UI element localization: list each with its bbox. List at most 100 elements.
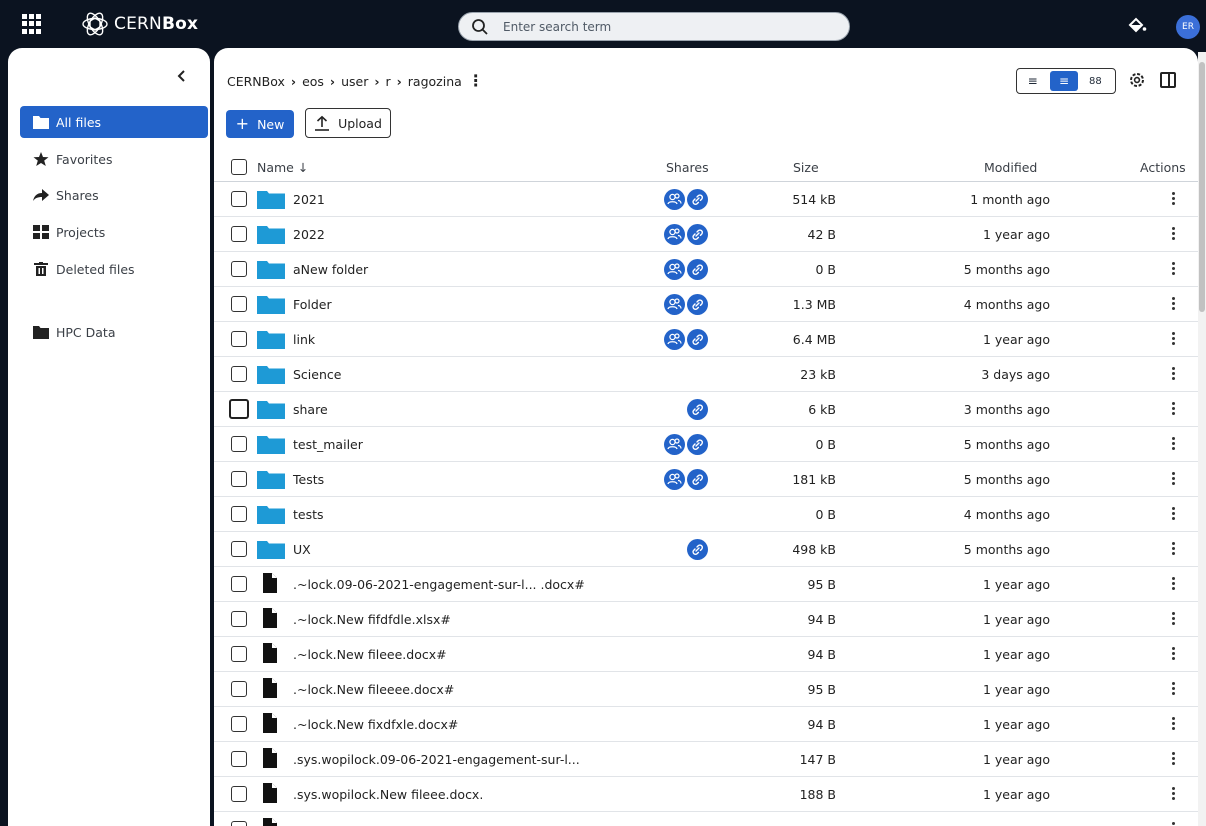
row-checkbox[interactable] — [231, 191, 247, 207]
table-row[interactable]: share 6 kB 3 months ago — [214, 392, 1198, 427]
file-name[interactable]: link — [293, 332, 315, 347]
breadcrumb-item[interactable]: CERNBox — [227, 74, 285, 89]
row-actions-icon[interactable] — [1166, 820, 1180, 826]
row-checkbox[interactable] — [231, 436, 247, 452]
public-link-icon[interactable] — [687, 399, 708, 420]
table-row[interactable]: .~lock.09-06-2021-engagement-sur-l... .d… — [214, 567, 1198, 602]
file-name[interactable]: .~lock.New fixdfxle.docx# — [293, 717, 458, 732]
table-row[interactable]: .~lock.New fixdfxle.docx# 94 B 1 year ago — [214, 707, 1198, 742]
breadcrumb-item[interactable]: eos — [302, 74, 324, 89]
row-actions-icon[interactable] — [1166, 785, 1180, 803]
row-checkbox[interactable] — [231, 471, 247, 487]
file-name[interactable]: aNew folder — [293, 262, 368, 277]
row-checkbox[interactable] — [231, 681, 247, 697]
row-checkbox[interactable] — [231, 261, 247, 277]
table-row[interactable]: .~lock.New fileeee.docx# 95 B 1 year ago — [214, 672, 1198, 707]
public-link-icon[interactable] — [687, 189, 708, 210]
file-name[interactable]: .~lock.New fileeee.docx# — [293, 682, 454, 697]
row-checkbox[interactable] — [231, 506, 247, 522]
row-actions-icon[interactable] — [1166, 365, 1180, 383]
row-actions-icon[interactable] — [1166, 470, 1180, 488]
row-actions-icon[interactable] — [1166, 505, 1180, 523]
row-actions-icon[interactable] — [1166, 540, 1180, 558]
new-button[interactable]: + New — [226, 110, 294, 138]
search-box[interactable] — [458, 12, 850, 41]
column-header-shares[interactable]: Shares — [666, 160, 709, 175]
row-checkbox[interactable] — [231, 786, 247, 802]
column-header-name[interactable]: Name ↓ — [257, 160, 308, 175]
table-row[interactable]: Tests 181 kB 5 months ago — [214, 462, 1198, 497]
tiles-view-button[interactable]: 88 — [1082, 71, 1109, 91]
sidebar-panel-toggle-icon[interactable] — [1160, 72, 1176, 88]
select-all-checkbox[interactable] — [231, 159, 247, 175]
table-row[interactable]: 2021 514 kB 1 month ago — [214, 182, 1198, 217]
shared-with-people-icon[interactable] — [664, 294, 685, 315]
row-actions-icon[interactable] — [1166, 680, 1180, 698]
sidebar-item-all-files[interactable]: All files — [20, 106, 208, 138]
table-row[interactable]: aNew folder 0 B 5 months ago — [214, 252, 1198, 287]
file-name[interactable]: share — [293, 402, 328, 417]
breadcrumb-more-icon[interactable]: ⋮ — [468, 73, 484, 89]
gear-icon[interactable] — [1128, 71, 1146, 89]
scrollbar[interactable] — [1198, 52, 1206, 826]
shared-with-people-icon[interactable] — [664, 469, 685, 490]
table-row[interactable] — [214, 812, 1198, 826]
file-name[interactable]: .~lock.09-06-2021-engagement-sur-l... .d… — [293, 577, 585, 592]
row-actions-icon[interactable] — [1166, 260, 1180, 278]
table-row[interactable]: .~lock.New fifdfdle.xlsx# 94 B 1 year ago — [214, 602, 1198, 637]
paint-bucket-icon[interactable] — [1126, 14, 1148, 36]
table-row[interactable]: .sys.wopilock.New fileee.docx. 188 B 1 yea… — [214, 777, 1198, 812]
row-checkbox[interactable] — [231, 331, 247, 347]
list-view-button[interactable]: ≡ — [1050, 71, 1078, 91]
file-name[interactable]: .~lock.New fifdfdle.xlsx# — [293, 612, 451, 627]
table-row[interactable]: link 6.4 MB 1 year ago — [214, 322, 1198, 357]
row-checkbox[interactable] — [231, 541, 247, 557]
app-switcher-icon[interactable] — [22, 14, 42, 34]
file-name[interactable]: 2022 — [293, 227, 325, 242]
column-header-size[interactable]: Size — [793, 160, 819, 175]
row-checkbox[interactable] — [231, 646, 247, 662]
row-actions-icon[interactable] — [1166, 295, 1180, 313]
file-name[interactable]: test_mailer — [293, 437, 363, 452]
shared-with-people-icon[interactable] — [664, 224, 685, 245]
sidebar-item-shares[interactable]: Shares — [20, 179, 208, 211]
public-link-icon[interactable] — [687, 434, 708, 455]
breadcrumb-item[interactable]: r — [386, 74, 391, 89]
sidebar-item-hpc-data[interactable]: HPC Data — [20, 316, 208, 348]
row-actions-icon[interactable] — [1166, 330, 1180, 348]
row-checkbox[interactable] — [231, 716, 247, 732]
file-name[interactable]: tests — [293, 507, 324, 522]
avatar[interactable]: ER — [1176, 15, 1200, 39]
row-actions-icon[interactable] — [1166, 435, 1180, 453]
upload-button[interactable]: Upload — [305, 108, 391, 138]
file-name[interactable]: .sys.wopilock.New fileee.docx. — [293, 787, 483, 802]
file-name[interactable]: .sys.wopilock.09-06-2021-engagement-sur-… — [293, 752, 580, 767]
shared-with-people-icon[interactable] — [664, 329, 685, 350]
table-row[interactable]: Folder 1.3 MB 4 months ago — [214, 287, 1198, 322]
row-checkbox[interactable] — [231, 366, 247, 382]
public-link-icon[interactable] — [687, 469, 708, 490]
row-actions-icon[interactable] — [1166, 645, 1180, 663]
public-link-icon[interactable] — [687, 294, 708, 315]
table-row[interactable]: Science 23 kB 3 days ago — [214, 357, 1198, 392]
row-actions-icon[interactable] — [1166, 575, 1180, 593]
shared-with-people-icon[interactable] — [664, 259, 685, 280]
public-link-icon[interactable] — [687, 224, 708, 245]
file-name[interactable]: Tests — [293, 472, 324, 487]
table-row[interactable]: UX 498 kB 5 months ago — [214, 532, 1198, 567]
row-checkbox[interactable] — [231, 226, 247, 242]
row-checkbox[interactable] — [231, 576, 247, 592]
row-checkbox[interactable] — [229, 399, 249, 419]
cernbox-logo[interactable]: CERNBox — [80, 10, 198, 38]
file-name[interactable]: 2021 — [293, 192, 325, 207]
row-actions-icon[interactable] — [1166, 715, 1180, 733]
breadcrumb-item[interactable]: user — [341, 74, 368, 89]
collapse-sidebar-icon[interactable] — [174, 68, 190, 84]
file-name[interactable]: .~lock.New fileee.docx# — [293, 647, 447, 662]
file-name[interactable]: UX — [293, 542, 311, 557]
condensed-view-button[interactable]: ≡ — [1019, 71, 1046, 91]
scrollbar-thumb[interactable] — [1199, 62, 1205, 312]
file-name[interactable]: Science — [293, 367, 341, 382]
row-checkbox[interactable] — [231, 296, 247, 312]
search-input[interactable] — [503, 19, 823, 34]
